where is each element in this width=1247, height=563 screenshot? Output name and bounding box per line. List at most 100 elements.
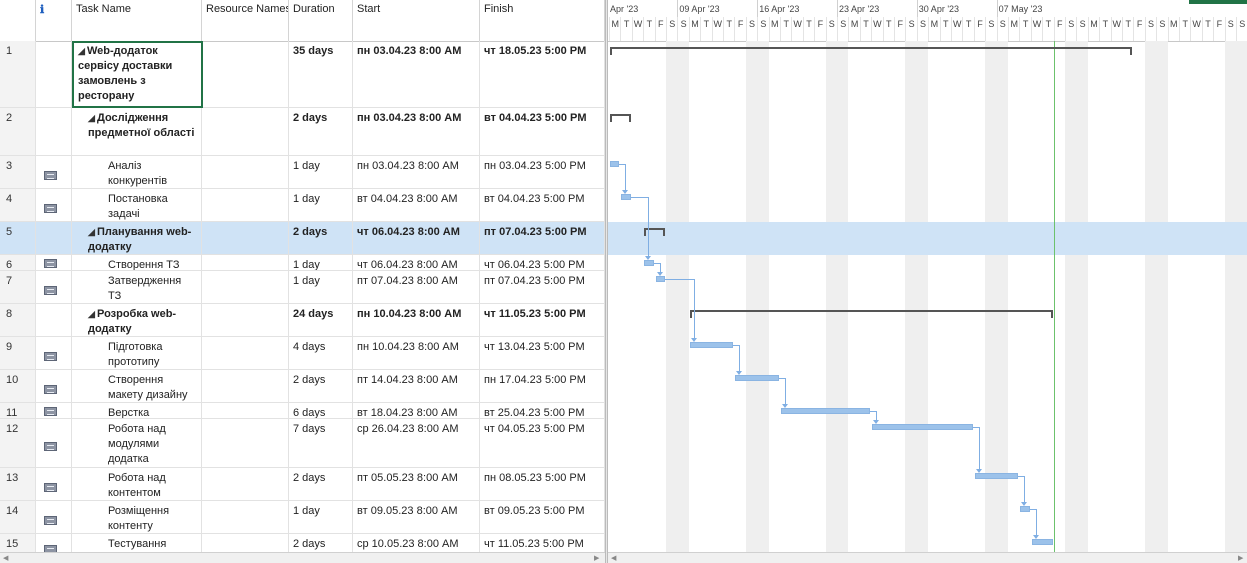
task-id-cell[interactable]: 14 (0, 501, 36, 533)
duration-cell[interactable]: 2 days (289, 370, 353, 402)
indicator-cell[interactable] (36, 304, 72, 336)
column-header-id[interactable] (0, 0, 36, 41)
task-row[interactable]: 10 Створення макету дизайну 2 days пт 14.04… (0, 370, 605, 403)
task-row[interactable]: 12 Робота над модулями додатка 7 days ср 26… (0, 419, 605, 468)
task-row[interactable]: 6 Створення ТЗ 1 day чт 06.04.23 8:00 AM чт … (0, 255, 605, 271)
resource-names-cell[interactable] (202, 501, 289, 533)
task-bar[interactable] (655, 276, 665, 282)
task-row[interactable]: 11 Верстка 6 days вт 18.04.23 8:00 AM вт 25.… (0, 403, 605, 419)
resource-names-cell[interactable] (202, 189, 289, 221)
task-id-cell[interactable]: 6 (0, 255, 36, 270)
collapse-triangle-icon[interactable]: ◢ (78, 44, 87, 59)
resource-names-cell[interactable] (202, 370, 289, 402)
chart-scroll-left-icon[interactable]: ◀ (611, 554, 616, 562)
column-header-duration[interactable]: Duration (289, 0, 353, 41)
start-cell[interactable]: пн 03.04.23 8:00 AM (353, 108, 480, 155)
indicator-cell[interactable] (36, 255, 72, 270)
duration-cell[interactable]: 35 days (289, 41, 353, 107)
task-name-cell[interactable]: Підготовка прототипу (72, 337, 202, 369)
resource-names-cell[interactable] (202, 468, 289, 500)
task-id-cell[interactable]: 3 (0, 156, 36, 188)
task-bar[interactable] (872, 424, 973, 430)
start-cell[interactable]: пт 07.04.23 8:00 AM (353, 271, 480, 303)
column-header-start[interactable]: Start (353, 0, 480, 41)
start-cell[interactable]: пн 10.04.23 8:00 AM (353, 337, 480, 369)
indicator-cell[interactable] (36, 222, 72, 254)
task-name-cell[interactable]: Постановка задачі (72, 189, 202, 221)
task-row[interactable]: 2 ◢ Дослідження предметної області 2 days пн… (0, 108, 605, 156)
indicator-cell[interactable] (36, 271, 72, 303)
duration-cell[interactable]: 24 days (289, 304, 353, 336)
task-name-cell[interactable]: Робота над контентом (72, 468, 202, 500)
task-id-cell[interactable]: 8 (0, 304, 36, 336)
resource-names-cell[interactable] (202, 304, 289, 336)
task-name-cell[interactable]: Затвердження ТЗ (72, 271, 202, 303)
start-cell[interactable]: пн 03.04.23 8:00 AM (353, 156, 480, 188)
finish-cell[interactable]: пн 17.04.23 5:00 PM (480, 370, 605, 402)
start-cell[interactable]: ср 26.04.23 8:00 AM (353, 419, 480, 467)
task-row[interactable]: 9 Підготовка прототипу 4 days пн 10.04.23 8… (0, 337, 605, 370)
scroll-right-icon[interactable]: ▶ (594, 554, 599, 562)
task-row[interactable]: 4 Постановка задачі 1 day вт 04.04.23 8:00 … (0, 189, 605, 222)
task-name-cell[interactable]: Аналіз конкурентів (72, 156, 202, 188)
task-name-cell[interactable]: ◢ Web-додаток сервісу доставки замовлень … (72, 41, 202, 107)
indicator-cell[interactable] (36, 156, 72, 188)
task-bar[interactable] (974, 473, 1019, 479)
duration-cell[interactable]: 2 days (289, 222, 353, 254)
task-name-cell[interactable]: ◢ Дослідження предметної області (72, 108, 202, 155)
finish-cell[interactable]: чт 06.04.23 5:00 PM (480, 255, 605, 270)
task-id-cell[interactable]: 2 (0, 108, 36, 155)
finish-cell[interactable]: пт 07.04.23 5:00 PM (480, 271, 605, 303)
finish-cell[interactable]: пт 07.04.23 5:00 PM (480, 222, 605, 254)
task-id-cell[interactable]: 7 (0, 271, 36, 303)
task-bar[interactable] (1020, 506, 1030, 512)
task-id-cell[interactable]: 11 (0, 403, 36, 418)
task-row[interactable]: 14 Розміщення контенту 1 day вт 09.05.23 8:… (0, 501, 605, 534)
task-id-cell[interactable]: 12 (0, 419, 36, 467)
duration-cell[interactable]: 6 days (289, 403, 353, 418)
indicator-cell[interactable] (36, 189, 72, 221)
finish-cell[interactable]: пн 03.04.23 5:00 PM (480, 156, 605, 188)
summary-bar[interactable] (610, 47, 1133, 55)
indicator-cell[interactable] (36, 337, 72, 369)
chart-horizontal-scrollbar[interactable] (608, 552, 1247, 563)
resource-names-cell[interactable] (202, 271, 289, 303)
task-bar[interactable] (735, 375, 779, 381)
resource-names-cell[interactable] (202, 419, 289, 467)
task-name-cell[interactable]: Створення макету дизайну (72, 370, 202, 402)
duration-cell[interactable]: 1 day (289, 255, 353, 270)
indicator-cell[interactable] (36, 370, 72, 402)
resource-names-cell[interactable] (202, 41, 289, 107)
task-bar[interactable] (781, 408, 871, 414)
start-cell[interactable]: вт 18.04.23 8:00 AM (353, 403, 480, 418)
summary-bar[interactable] (610, 114, 631, 122)
start-cell[interactable]: пн 03.04.23 8:00 AM (353, 41, 480, 107)
collapse-triangle-icon[interactable]: ◢ (88, 111, 97, 126)
task-name-cell[interactable]: ◢ Планування web-додатку (72, 222, 202, 254)
task-id-cell[interactable]: 1 (0, 41, 36, 107)
start-cell[interactable]: вт 04.04.23 8:00 AM (353, 189, 480, 221)
grid-horizontal-scrollbar[interactable] (0, 552, 605, 563)
duration-cell[interactable]: 7 days (289, 419, 353, 467)
column-header-finish[interactable]: Finish (480, 0, 605, 41)
task-row[interactable]: 13 Робота над контентом 2 days пт 05.05.23 … (0, 468, 605, 501)
finish-cell[interactable]: вт 25.04.23 5:00 PM (480, 403, 605, 418)
start-cell[interactable]: пт 05.05.23 8:00 AM (353, 468, 480, 500)
task-row[interactable]: 1 ◢ Web-додаток сервісу доставки замовлень… (0, 41, 605, 108)
indicator-cell[interactable] (36, 403, 72, 418)
indicator-cell[interactable] (36, 501, 72, 533)
task-bar[interactable] (689, 342, 734, 348)
duration-cell[interactable]: 1 day (289, 271, 353, 303)
duration-cell[interactable]: 1 day (289, 501, 353, 533)
task-row[interactable]: 3 Аналіз конкурентів 1 day пн 03.04.23 8:00… (0, 156, 605, 189)
resource-names-cell[interactable] (202, 222, 289, 254)
collapse-triangle-icon[interactable]: ◢ (88, 307, 97, 322)
task-name-cell[interactable]: Робота над модулями додатка (72, 419, 202, 467)
finish-cell[interactable]: вт 04.04.23 5:00 PM (480, 108, 605, 155)
finish-cell[interactable]: чт 13.04.23 5:00 PM (480, 337, 605, 369)
start-cell[interactable]: чт 06.04.23 8:00 AM (353, 222, 480, 254)
task-id-cell[interactable]: 5 (0, 222, 36, 254)
resource-names-cell[interactable] (202, 255, 289, 270)
indicator-cell[interactable] (36, 108, 72, 155)
column-header-resource-names[interactable]: Resource Names (202, 0, 289, 41)
